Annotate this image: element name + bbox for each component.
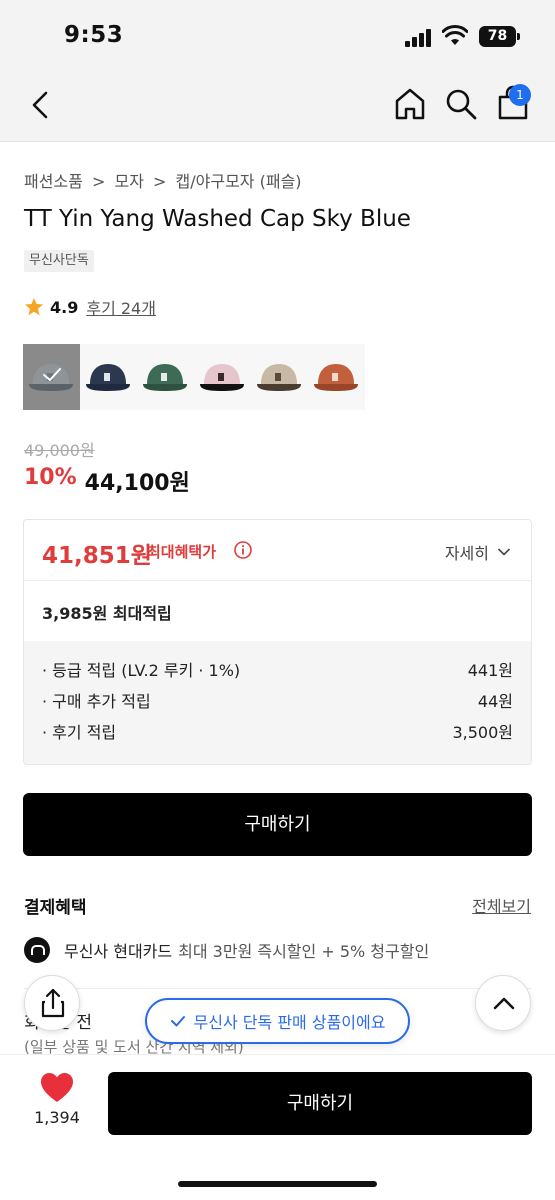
points-breakdown: · 등급 적립 (LV.2 루키 · 1%) 441원 · 구매 추가 적립 4… (24, 641, 531, 764)
cap-thumbnail (314, 364, 358, 391)
wifi-icon (442, 25, 468, 45)
cap-thumbnail (143, 364, 187, 391)
cart-count-badge: 1 (509, 84, 531, 106)
home-indicator (178, 1181, 377, 1187)
bottom-buy-button[interactable]: 구매하기 (108, 1072, 532, 1135)
back-button[interactable] (26, 88, 56, 122)
selected-check-icon (43, 368, 61, 381)
max-benefit-price: 41,851원 (42, 543, 152, 569)
scroll-top-button[interactable] (475, 975, 531, 1031)
color-swatch[interactable] (137, 344, 194, 410)
like-count: 1,394 (34, 1108, 80, 1127)
points-item-label: · 후기 적립 (42, 723, 117, 742)
exclusive-toast: 무신사 단독 판매 상품이에요 (145, 998, 410, 1044)
share-icon (41, 988, 65, 1018)
breadcrumb-item[interactable]: 패션소품 (24, 172, 83, 191)
max-benefit-label: 최대혜택가 (147, 543, 217, 561)
search-icon[interactable] (444, 86, 478, 122)
product-title: TT Yin Yang Washed Cap Sky Blue (24, 206, 411, 232)
color-swatches (23, 344, 365, 410)
color-swatch[interactable] (194, 344, 251, 410)
discount-rate: 10% (24, 465, 77, 490)
review-link[interactable]: 후기 24개 (86, 295, 156, 319)
battery-icon: 78 (479, 26, 520, 47)
max-points: 3,985원 최대적립 (42, 604, 172, 623)
star-icon (25, 298, 43, 316)
rating-row: 4.9 후기 24개 (24, 296, 156, 318)
top-bar: 9:53 78 1 (0, 0, 555, 142)
points-item-value: 44원 (477, 692, 513, 711)
chevron-down-icon (497, 548, 511, 556)
chevron-up-icon (493, 997, 515, 1010)
sale-price-row: 10% 44,100원 (24, 465, 190, 497)
points-item-label: · 구매 추가 적립 (42, 692, 151, 711)
heart-icon[interactable] (40, 1072, 74, 1104)
card-icon (24, 937, 50, 963)
cap-thumbnail (200, 364, 244, 391)
exclusive-tag: 무신사단독 (24, 250, 94, 272)
points-item: · 등급 적립 (LV.2 루키 · 1%) 441원 (42, 658, 513, 689)
buy-button[interactable]: 구매하기 (23, 793, 532, 856)
points-item-label: · 등급 적립 (LV.2 루키 · 1%) (42, 661, 241, 680)
share-button[interactable] (24, 975, 80, 1031)
color-swatch[interactable] (251, 344, 308, 410)
breadcrumb-separator: > (153, 172, 167, 191)
card-benefit-row: 무신사 현대카드 최대 3만원 즉시할인 + 5% 청구할인 (24, 937, 429, 963)
home-icon[interactable] (393, 86, 427, 122)
view-all-link[interactable]: 전체보기 (472, 893, 531, 917)
check-icon (170, 1016, 185, 1027)
breadcrumb-item[interactable]: 캡/야구모자 (패슬) (176, 172, 302, 191)
color-swatch[interactable] (23, 344, 80, 410)
original-price: 49,000원 (24, 441, 95, 460)
cap-thumbnail (86, 364, 130, 391)
cap-thumbnail (257, 364, 301, 391)
info-icon[interactable] (233, 540, 253, 560)
rating-value: 4.9 (50, 297, 79, 317)
points-item: · 구매 추가 적립 44원 (42, 689, 513, 720)
points-item-value: 441원 (467, 661, 513, 680)
sale-price: 44,100원 (84, 471, 190, 496)
breadcrumb: 패션소품 > 모자 > 캡/야구모자 (패슬) (24, 168, 306, 192)
card-benefit-desc: 최대 3만원 즉시할인 + 5% 청구할인 (178, 942, 430, 961)
payment-benefits-title: 결제혜택 (24, 898, 87, 918)
detail-label: 자세히 (444, 544, 489, 563)
status-time: 9:53 (64, 22, 124, 48)
breadcrumb-item[interactable]: 모자 (114, 172, 143, 191)
benefit-box: 41,851원 최대혜택가 자세히 3,985원 최대적립 · 등급 적립 (L… (23, 519, 532, 765)
toast-text: 무신사 단독 판매 상품이에요 (193, 1013, 386, 1032)
detail-toggle[interactable]: 자세히 (445, 540, 511, 564)
breadcrumb-separator: > (91, 172, 106, 191)
color-swatch[interactable] (308, 344, 365, 410)
points-item: · 후기 적립 3,500원 (42, 720, 513, 751)
points-row: 3,985원 최대적립 (24, 580, 531, 640)
points-item-value: 3,500원 (452, 723, 513, 742)
cellular-signal-icon (405, 29, 431, 47)
divider (24, 988, 532, 989)
color-swatch[interactable] (80, 344, 137, 410)
card-name: 무신사 현대카드 (64, 942, 173, 961)
max-benefit-row: 41,851원 최대혜택가 자세히 (24, 520, 531, 580)
